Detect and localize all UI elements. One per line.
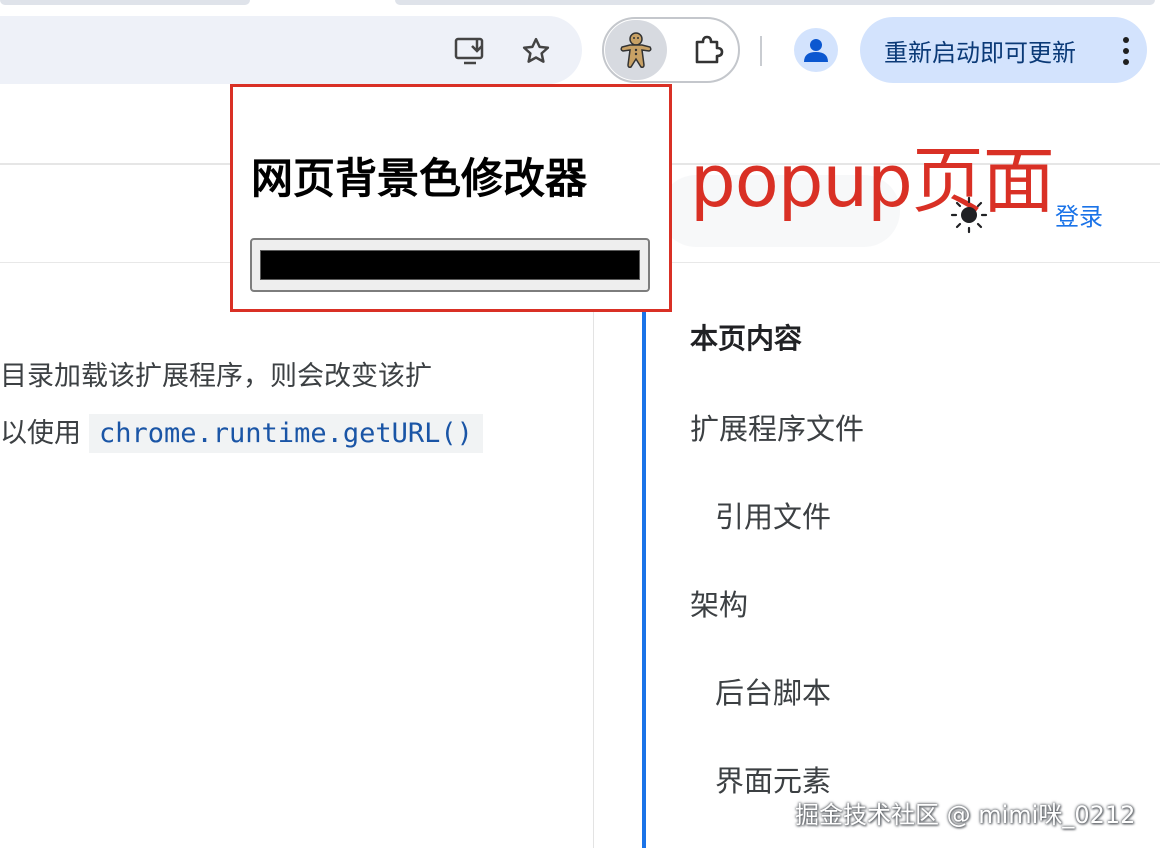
gingerbread-man-icon[interactable] [616, 30, 656, 70]
code-snippet: chrome.runtime.getURL() [89, 414, 483, 453]
address-bar[interactable] [0, 16, 582, 84]
toc-item-background-scripts[interactable]: 后台脚本 [715, 670, 831, 712]
watermark: 掘金技术社区 @ mimi咪_0212 [795, 801, 1136, 829]
toc-item-ui-elements[interactable]: 界面元素 [715, 758, 831, 800]
toc-divider [643, 262, 1160, 263]
extension-popup: 网页背景色修改器 [230, 84, 672, 312]
paragraph-line-2: 以使用 chrome.runtime.getURL() [0, 411, 483, 453]
toc-item-reference-files[interactable]: 引用文件 [715, 494, 831, 536]
paragraph-line-1: 目录加载该扩展程序，则会改变该扩 [0, 361, 432, 392]
popup-title: 网页背景色修改器 [251, 154, 588, 203]
toc-item-architecture[interactable]: 架构 [690, 582, 748, 624]
install-app-icon[interactable] [453, 33, 489, 69]
login-link[interactable]: 登录 [1055, 197, 1103, 232]
star-icon[interactable] [518, 33, 554, 69]
color-swatch[interactable] [260, 250, 640, 280]
toc-heading: 本页内容 [690, 322, 803, 355]
popup-annotation-label: popup页面 [690, 139, 1055, 223]
toc-active-indicator [642, 298, 646, 848]
kebab-menu-icon[interactable] [1123, 37, 1129, 65]
update-button-label: 重新启动即可更新 [884, 38, 1076, 67]
update-button[interactable]: 重新启动即可更新 [860, 17, 1147, 83]
color-picker-input[interactable] [250, 238, 650, 292]
sun-icon[interactable] [950, 196, 988, 234]
tab-remnant-right [395, 0, 1155, 5]
column-divider [593, 262, 594, 848]
toc-item-extension-files[interactable]: 扩展程序文件 [690, 406, 864, 448]
puzzle-piece-icon[interactable] [688, 30, 728, 70]
tab-remnant-left [0, 0, 250, 5]
paragraph-line-2-text: 以使用 [0, 418, 81, 449]
person-icon[interactable] [794, 28, 838, 72]
toolbar-separator [760, 36, 762, 66]
